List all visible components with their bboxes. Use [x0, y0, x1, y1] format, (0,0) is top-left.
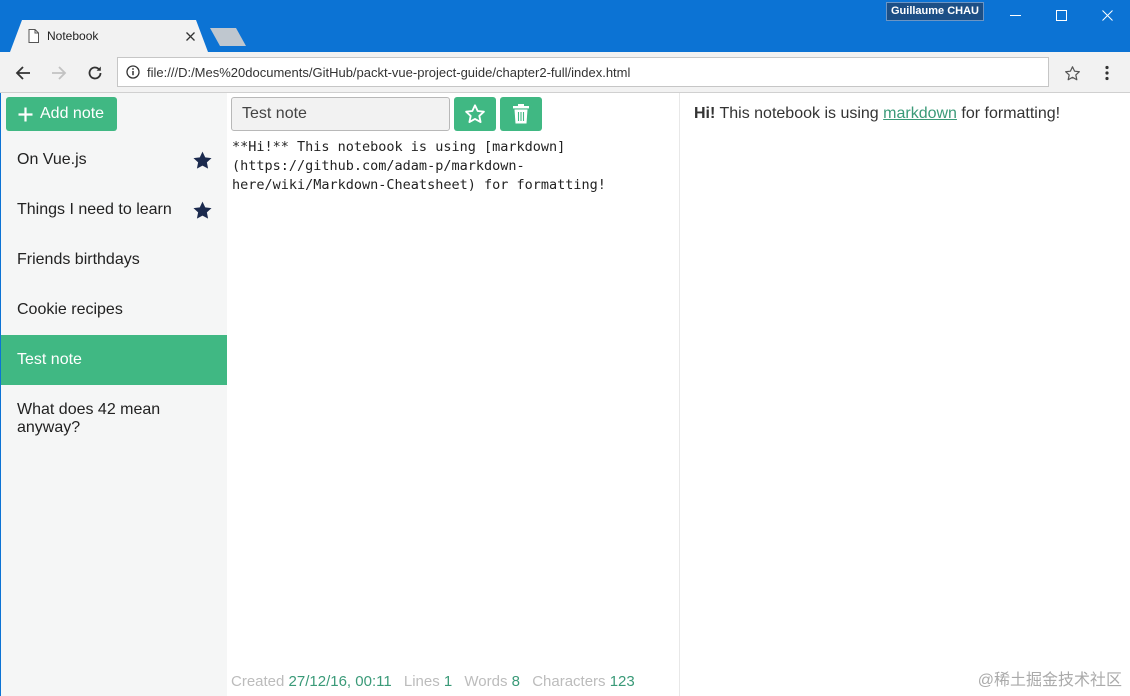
arrow-right-icon	[52, 66, 67, 80]
preview-bold-text: Hi!	[694, 105, 716, 122]
bookmark-button[interactable]	[1058, 59, 1086, 87]
maximize-icon	[1055, 9, 1067, 21]
note-title: On Vue.js	[17, 151, 87, 168]
markdown-preview: Hi! This notebook is using markdown for …	[680, 93, 1130, 696]
markdown-link[interactable]: markdown	[883, 105, 957, 122]
forward-button[interactable]	[45, 59, 73, 87]
note-title-input[interactable]	[231, 97, 450, 131]
reload-button[interactable]	[81, 59, 109, 87]
lines-label: Lines	[403, 673, 440, 690]
back-button[interactable]	[9, 59, 37, 87]
lines-value: 1	[443, 673, 453, 690]
words-value: 8	[511, 673, 521, 690]
preview-paragraph: Hi! This notebook is using markdown for …	[694, 105, 1060, 123]
notes-sidebar: Add note On Vue.js Things I need to lear…	[0, 93, 227, 696]
plus-icon	[18, 107, 33, 122]
characters-value: 123	[609, 673, 635, 690]
notebook-app: Add note On Vue.js Things I need to lear…	[0, 93, 1130, 696]
document-icon	[28, 29, 39, 48]
created-label: Created	[231, 673, 285, 690]
toggle-favorite-button[interactable]	[454, 97, 496, 131]
characters-label: Characters	[532, 673, 606, 690]
menu-button[interactable]	[1093, 59, 1121, 87]
new-tab-button[interactable]	[210, 28, 246, 46]
preview-text-before-link: This notebook is using	[715, 105, 884, 122]
more-vertical-icon	[1105, 65, 1109, 81]
browser-tab[interactable]: Notebook	[10, 20, 208, 52]
note-content-textarea[interactable]: **Hi!** This notebook is using [markdown…	[232, 138, 672, 195]
watermark: @稀土掘金技术社区	[977, 672, 1122, 689]
close-window-button[interactable]	[1084, 0, 1130, 30]
created-value: 27/12/16, 00:11	[288, 673, 392, 690]
browser-toolbar: file:///D:/Mes%20documents/GitHub/packt-…	[0, 52, 1130, 93]
star-outline-icon	[1064, 65, 1080, 80]
note-title: Test note	[17, 351, 82, 368]
words-label: Words	[464, 673, 508, 690]
note-item-things-to-learn[interactable]: Things I need to learn	[1, 185, 227, 235]
note-item-friends-birthdays[interactable]: Friends birthdays	[1, 235, 227, 285]
note-editor: **Hi!** This notebook is using [markdown…	[227, 93, 680, 696]
star-outline-icon	[465, 104, 485, 123]
note-item-on-vuejs[interactable]: On Vue.js	[1, 135, 227, 185]
close-icon	[1101, 9, 1113, 21]
note-title: Things I need to learn	[17, 201, 172, 218]
delete-note-button[interactable]	[500, 97, 542, 131]
note-item-what-does-42-mean[interactable]: What does 42 mean anyway?	[1, 385, 227, 445]
star-filled-icon	[192, 200, 213, 221]
minimize-icon	[1009, 14, 1021, 16]
add-note-button[interactable]: Add note	[6, 97, 117, 131]
window-title-bar: Notebook Guillaume CHAU	[0, 0, 1130, 52]
reload-icon	[88, 66, 102, 80]
note-item-test-note[interactable]: Test note	[1, 335, 227, 385]
address-bar[interactable]: file:///D:/Mes%20documents/GitHub/packt-…	[117, 57, 1049, 87]
profile-badge[interactable]: Guillaume CHAU	[886, 2, 984, 21]
note-item-cookie-recipes[interactable]: Cookie recipes	[1, 285, 227, 335]
minimize-button[interactable]	[992, 0, 1038, 30]
maximize-button[interactable]	[1038, 0, 1084, 30]
note-title: What does 42 mean anyway?	[17, 401, 161, 436]
star-filled-icon	[192, 150, 213, 171]
trash-icon	[513, 104, 529, 124]
note-title: Cookie recipes	[17, 301, 123, 318]
tab-title: Notebook	[47, 29, 99, 43]
preview-text-after-link: for formatting!	[956, 105, 1061, 122]
add-note-label: Add note	[40, 105, 105, 122]
close-tab-icon[interactable]	[182, 28, 198, 44]
note-list: On Vue.js Things I need to learn Friends…	[1, 135, 227, 445]
info-icon[interactable]	[126, 65, 140, 84]
note-status-bar: Created 27/12/16, 00:11 Lines 1 Words 8 …	[231, 673, 643, 690]
arrow-left-icon	[15, 66, 30, 80]
note-title: Friends birthdays	[17, 251, 140, 268]
url-text: file:///D:/Mes%20documents/GitHub/packt-…	[147, 65, 631, 80]
